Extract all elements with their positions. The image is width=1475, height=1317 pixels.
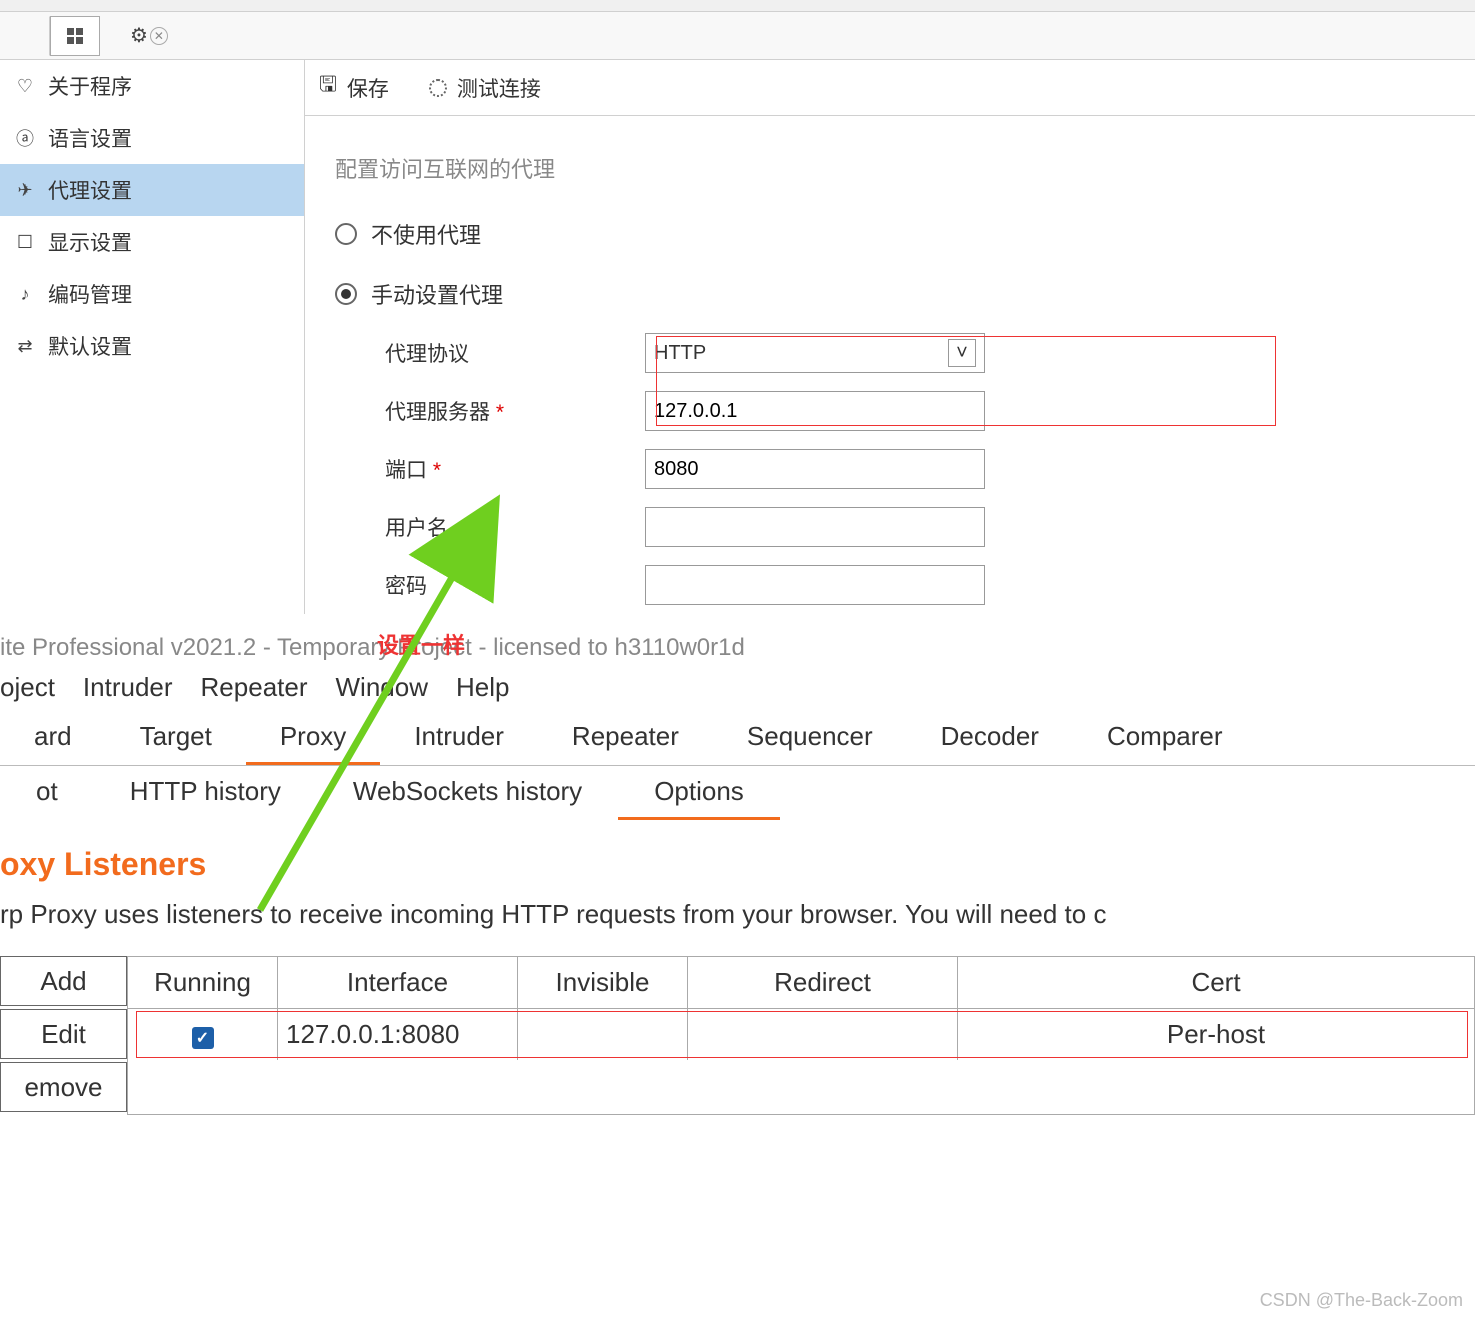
music-icon: ♪ [14, 283, 36, 305]
username-input[interactable] [645, 507, 985, 547]
subtab-options[interactable]: Options [618, 766, 780, 820]
radio-label: 手动设置代理 [371, 278, 503, 310]
settings-sidebar: ♡ 关于程序 ⓐ 语言设置 ✈ 代理设置 ☐ 显示设置 ♪ 编码管理 ⇄ 默认设… [0, 60, 305, 614]
sidebar-item-label: 关于程序 [48, 71, 132, 101]
chevron-down-icon: ˅ [948, 339, 976, 367]
burp-title-bar: ite Professional v2021.2 - Temporary Pro… [0, 634, 1475, 668]
radio-no-proxy[interactable]: 不使用代理 [305, 204, 1475, 264]
label-server: 代理服务器 * [385, 396, 645, 426]
watermark: CSDN @The-Back-Zoom [1260, 1290, 1463, 1311]
menu-intruder[interactable]: Intruder [83, 672, 173, 703]
cell-interface: 127.0.0.1:8080 [278, 1009, 518, 1060]
tab-dashboard[interactable]: ard [0, 711, 106, 765]
tab-comparer[interactable]: Comparer [1073, 711, 1257, 765]
floppy-icon: 🖫 [319, 70, 337, 105]
subtab-http-history[interactable]: HTTP history [94, 766, 317, 820]
edit-button[interactable]: Edit [0, 1009, 127, 1059]
label-protocol: 代理协议 [385, 338, 645, 368]
tab-proxy[interactable]: Proxy [246, 711, 380, 765]
sidebar-item-label: 语言设置 [48, 123, 132, 153]
settings-content: 🖫 保存 测试连接 配置访问互联网的代理 不使用代理 手动设置代理 代理协议 [305, 60, 1475, 614]
save-button[interactable]: 🖫 保存 [319, 70, 389, 105]
monitor-icon: ☐ [14, 231, 36, 253]
label-port: 端口 * [385, 454, 645, 484]
listeners-table: Running Interface Invisible Redirect Cer… [127, 956, 1475, 1115]
port-input[interactable] [645, 449, 985, 489]
sliders-icon: ⇄ [14, 335, 36, 357]
add-button[interactable]: Add [0, 956, 127, 1006]
heart-icon: ♡ [14, 75, 36, 97]
lang-icon: ⓐ [14, 127, 36, 149]
test-connection-button[interactable]: 测试连接 [429, 73, 541, 103]
sidebar-item-label: 代理设置 [48, 175, 132, 205]
proxy-listeners-desc: rp Proxy uses listeners to receive incom… [0, 883, 1475, 946]
cell-cert: Per-host [958, 1009, 1474, 1060]
sidebar-item-label: 默认设置 [48, 331, 132, 361]
remove-button[interactable]: emove [0, 1062, 127, 1112]
radio-icon [335, 223, 357, 245]
plane-icon: ✈ [14, 179, 36, 201]
sidebar-item-about[interactable]: ♡ 关于程序 [0, 60, 304, 112]
sidebar-item-display[interactable]: ☐ 显示设置 [0, 216, 304, 268]
table-header-row: Running Interface Invisible Redirect Cer… [128, 957, 1474, 1009]
tab-repeater[interactable]: Repeater [538, 711, 713, 765]
sidebar-item-default[interactable]: ⇄ 默认设置 [0, 320, 304, 372]
table-row[interactable]: ✓ 127.0.0.1:8080 Per-host [128, 1009, 1474, 1060]
cell-running[interactable]: ✓ [128, 1009, 278, 1060]
label-password: 密码 [385, 570, 645, 600]
checkbox-checked-icon[interactable]: ✓ [192, 1027, 214, 1049]
top-toolbar: ⚙ ✕ [0, 12, 1475, 60]
burp-tab-bar: ard Target Proxy Intruder Repeater Seque… [0, 711, 1475, 766]
sidebar-item-encoding[interactable]: ♪ 编码管理 [0, 268, 304, 320]
sidebar-item-label: 编码管理 [48, 279, 132, 309]
menu-window[interactable]: Window [336, 672, 428, 703]
radio-manual-proxy[interactable]: 手动设置代理 [305, 264, 1475, 324]
tab-decoder[interactable]: Decoder [907, 711, 1073, 765]
grid-icon [67, 28, 83, 44]
home-tab[interactable] [0, 16, 50, 56]
test-label: 测试连接 [457, 73, 541, 103]
menu-repeater[interactable]: Repeater [201, 672, 308, 703]
th-running[interactable]: Running [128, 957, 278, 1008]
tab-target[interactable]: Target [106, 711, 246, 765]
subtab-intercept[interactable]: ot [0, 766, 94, 820]
close-tab-icon[interactable]: ✕ [150, 27, 168, 45]
th-invisible[interactable]: Invisible [518, 957, 688, 1008]
save-label: 保存 [347, 73, 389, 103]
cell-invisible [518, 1009, 688, 1060]
protocol-value: HTTP [654, 342, 706, 365]
sidebar-item-label: 显示设置 [48, 227, 132, 257]
tab-intruder[interactable]: Intruder [380, 711, 538, 765]
menu-project[interactable]: oject [0, 672, 55, 703]
label-username: 用户名 [385, 512, 645, 542]
radio-label: 不使用代理 [371, 218, 481, 250]
server-input[interactable] [645, 391, 985, 431]
gear-icon[interactable]: ⚙ [130, 23, 148, 48]
protocol-select[interactable]: HTTP ˅ [645, 333, 985, 373]
tab-sequencer[interactable]: Sequencer [713, 711, 907, 765]
password-input[interactable] [645, 565, 985, 605]
subtab-ws-history[interactable]: WebSockets history [317, 766, 618, 820]
menu-bar-cropped [0, 0, 1475, 12]
cell-redirect [688, 1009, 958, 1060]
th-cert[interactable]: Cert [958, 957, 1474, 1008]
sidebar-item-proxy[interactable]: ✈ 代理设置 [0, 164, 304, 216]
proxy-subtab-bar: ot HTTP history WebSockets history Optio… [0, 766, 1475, 820]
th-redirect[interactable]: Redirect [688, 957, 958, 1008]
th-interface[interactable]: Interface [278, 957, 518, 1008]
spinner-icon [429, 79, 447, 97]
annotation-text: 设置一样 [377, 628, 465, 660]
grid-view-button[interactable] [50, 16, 100, 56]
burp-menu-bar: oject Intruder Repeater Window Help [0, 668, 1475, 711]
proxy-listeners-heading: oxy Listeners [0, 846, 1475, 883]
menu-help[interactable]: Help [456, 672, 509, 703]
radio-checked-icon [335, 283, 357, 305]
section-title: 配置访问互联网的代理 [305, 116, 1475, 204]
sidebar-item-language[interactable]: ⓐ 语言设置 [0, 112, 304, 164]
